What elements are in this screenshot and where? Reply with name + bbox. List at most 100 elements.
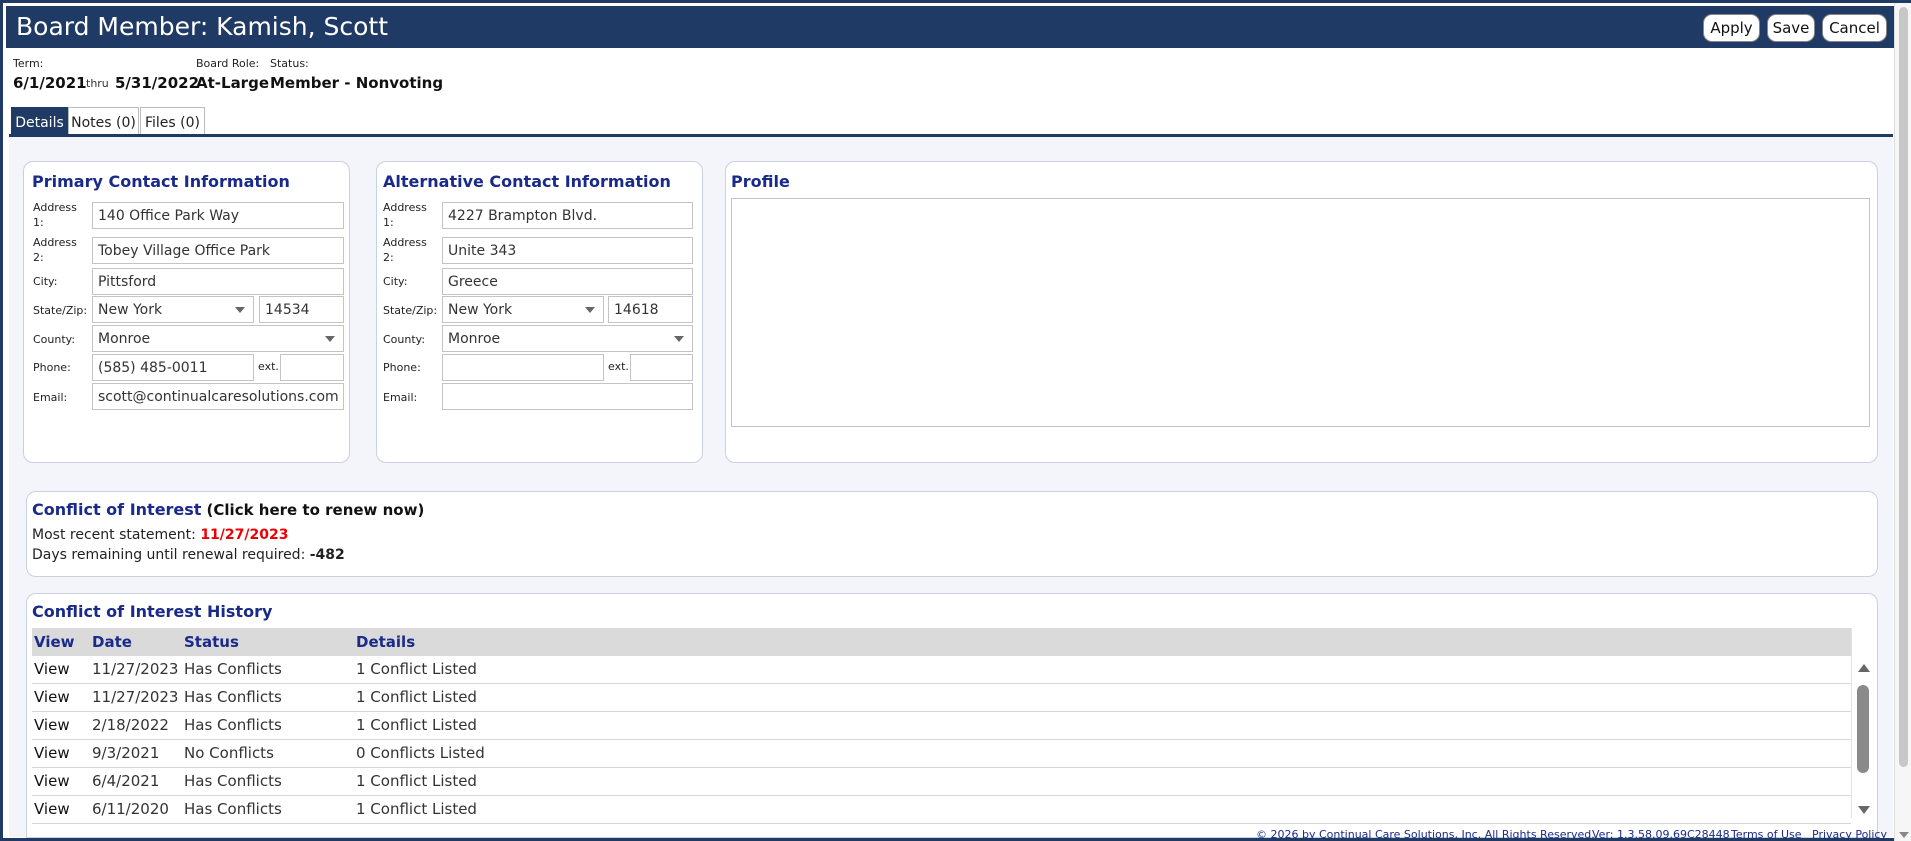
row-status: No Conflicts [184,744,274,762]
alt-zip-input[interactable]: 14618 [608,296,693,323]
chevron-down-icon [325,336,335,342]
city-label: City: [33,275,58,288]
alt-phone-input[interactable] [442,354,604,381]
term-start: 6/1/2021 [13,74,87,92]
status-label: Status: [270,57,309,70]
apply-button[interactable]: Apply [1703,14,1760,42]
coi-header: Conflict of Interest (Click here to rene… [32,500,424,519]
primary-address1-input[interactable]: 140 Office Park Way [92,202,344,229]
terms-link[interactable]: Terms of Use [1731,828,1802,841]
primary-contact-title: Primary Contact Information [32,172,290,191]
title-bar: Board Member: Kamish, Scott Apply Save C… [6,6,1894,48]
primary-county-value: Monroe [98,330,151,347]
days-remaining-value: -482 [309,547,345,563]
term-label: Term: [13,57,44,70]
renew-now-link[interactable]: (Click here to renew now) [207,501,425,519]
col-details[interactable]: Details [356,633,415,651]
profile-textarea[interactable] [731,198,1870,427]
privacy-link[interactable]: Privacy Policy [1812,828,1887,841]
primary-city-input[interactable]: Pittsford [92,268,344,295]
row-date: 11/27/2023 [92,688,179,706]
row-status: Has Conflicts [184,660,282,678]
phone-label: Phone: [33,361,71,374]
chevron-down-icon [674,336,684,342]
row-details: 1 Conflict Listed [356,660,477,678]
row-status: Has Conflicts [184,800,282,818]
alt-address2-input[interactable]: Unite 343 [442,237,693,264]
alt-county-select[interactable]: Monroe [442,325,693,352]
alt-address1-label: Address 1: [383,201,427,229]
view-link[interactable]: View [34,800,70,818]
row-status: Has Conflicts [184,772,282,790]
tab-files[interactable]: Files (0) [140,107,205,137]
view-link[interactable]: View [34,772,70,790]
alt-address1-input[interactable]: 4227 Brampton Blvd. [442,202,693,229]
coi-title: Conflict of Interest [32,500,202,519]
alt-email-input[interactable] [442,383,693,410]
ext-label: ext. [258,360,279,373]
alt-statezip-label: State/Zip: [383,304,438,317]
tab-notes[interactable]: Notes (0) [68,107,139,137]
alt-county-label: County: [383,333,426,346]
statezip-label: State/Zip: [33,304,88,317]
primary-address2-input[interactable]: Tobey Village Office Park [92,237,344,264]
view-link[interactable]: View [34,660,70,678]
table-row[interactable]: View 11/27/2023 Has Conflicts 1 Conflict… [32,656,1851,684]
table-row[interactable]: View 6/4/2021 Has Conflicts 1 Conflict L… [32,768,1851,796]
alt-ext-input[interactable] [630,354,693,381]
alt-phone-label: Phone: [383,361,421,374]
table-row[interactable]: View 2/18/2022 Has Conflicts 1 Conflict … [32,712,1851,740]
row-details: 1 Conflict Listed [356,716,477,734]
table-row[interactable]: View 11/27/2023 Has Conflicts 1 Conflict… [32,684,1851,712]
table-header: View Date Status Details [32,628,1851,656]
days-remaining-line: Days remaining until renewal required: -… [32,547,345,563]
recent-statement-date: 11/27/2023 [200,527,289,543]
thru-label: thru [86,77,109,90]
window-scrollbar-thumb[interactable] [1899,7,1908,767]
alt-city-label: City: [383,275,408,288]
view-link[interactable]: View [34,716,70,734]
scroll-down-icon[interactable] [1899,832,1909,838]
view-link[interactable]: View [34,744,70,762]
primary-zip-input[interactable]: 14534 [259,296,344,323]
col-status[interactable]: Status [184,633,239,651]
board-member-window: Board Member: Kamish, Scott Apply Save C… [0,0,1911,841]
col-view[interactable]: View [34,633,75,651]
view-link[interactable]: View [34,688,70,706]
save-button[interactable]: Save [1767,14,1815,42]
window-scrollbar[interactable] [1894,3,1911,841]
row-date: 6/11/2020 [92,800,169,818]
scroll-down-icon[interactable] [1858,806,1870,814]
primary-ext-input[interactable] [280,354,344,381]
primary-county-select[interactable]: Monroe [92,325,344,352]
row-date: 11/27/2023 [92,660,179,678]
primary-state-value: New York [98,301,163,318]
board-role-value: At-Large [196,74,269,92]
primary-email-input[interactable]: scott@continualcaresolutions.com [92,383,344,410]
address2-label: Address 2: [33,236,77,264]
history-scrollbar[interactable] [1851,628,1873,818]
row-details: 1 Conflict Listed [356,688,477,706]
cancel-button[interactable]: Cancel [1822,14,1887,42]
alt-county-value: Monroe [448,330,501,347]
row-status: Has Conflicts [184,688,282,706]
table-row[interactable]: View 6/11/2020 Has Conflicts 1 Conflict … [32,796,1851,824]
scroll-up-icon[interactable] [1858,664,1870,672]
row-details: 1 Conflict Listed [356,800,477,818]
days-remaining-label: Days remaining until renewal required: [32,547,306,563]
address1-label: Address 1: [33,201,77,229]
primary-state-select[interactable]: New York [92,296,254,323]
version-text: Ver: 1.3.58.09.69C28448 [1592,828,1730,841]
alt-city-input[interactable]: Greece [442,268,693,295]
recent-statement-line: Most recent statement: 11/27/2023 [32,527,288,543]
alt-state-select[interactable]: New York [442,296,604,323]
tab-details[interactable]: Details [11,107,68,137]
primary-phone-input[interactable]: (585) 485-0011 [92,354,254,381]
alt-state-value: New York [448,301,513,318]
alt-address2-label: Address 2: [383,236,427,264]
scrollbar-thumb[interactable] [1857,685,1869,773]
alt-email-label: Email: [383,391,418,404]
row-date: 9/3/2021 [92,744,160,762]
col-date[interactable]: Date [92,633,132,651]
table-row[interactable]: View 9/3/2021 No Conflicts 0 Conflicts L… [32,740,1851,768]
